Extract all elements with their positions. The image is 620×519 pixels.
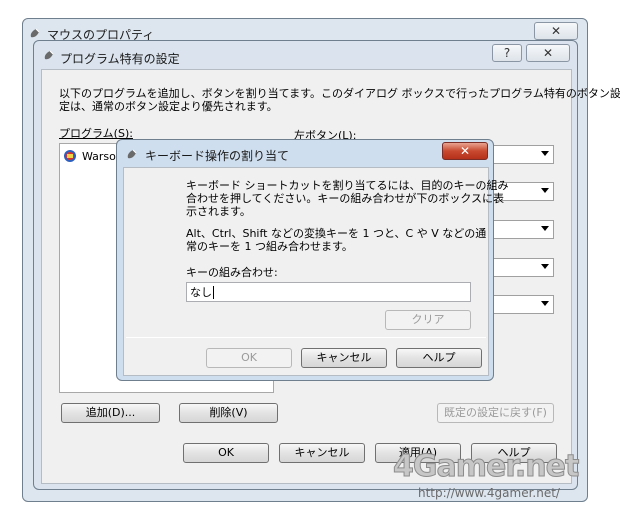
hint-line-1: Alt、Ctrl、Shift などの変換キーを 1 つと、C や V などの通 [186,227,487,240]
chevron-down-icon [541,264,549,269]
help-icon: ? [503,46,511,60]
close-icon: ✕ [550,24,562,38]
chevron-down-icon [541,301,549,306]
delete-program-button[interactable]: 削除(V) [179,403,278,423]
mouse-icon [30,28,40,38]
keyboard-dialog-close-button[interactable]: ✕ [442,142,488,160]
key-combo-input[interactable]: なし [186,282,471,302]
description-line-2: 定は、通常のボタン設定より優先されます。 [59,100,278,113]
instruction-line-1: キーボード ショートカットを割り当てるには、目的のキーの組み [186,179,509,192]
mouse-icon [127,149,137,159]
separator [126,337,486,338]
close-icon: ✕ [459,144,471,158]
description-line-1: 以下のプログラムを追加し、ボタンを割り当てます。このダイアログ ボックスで行った… [59,87,620,100]
keyboard-dialog-client: キーボード ショートカットを割り当てるには、目的のキーの組み 合わせを押してくだ… [123,167,509,376]
keyboard-help-button[interactable]: ヘルプ [396,348,482,368]
mouse-properties-titlebar[interactable]: マウスのプロパティ [29,25,549,42]
chevron-down-icon [541,188,549,193]
text-cursor [213,286,214,299]
hint-line-2: 常のキーを 1 つ組み合わせます。 [186,240,353,253]
close-icon: ✕ [542,46,554,60]
chevron-down-icon [541,151,549,156]
keyboard-assignment-dialog: キーボード操作の割り当て ✕ キーボード ショートカットを割り当てるには、目的の… [116,139,509,381]
program-icon [64,150,76,162]
key-combo-value: なし [190,286,212,299]
help-title-button[interactable]: ? [492,44,522,62]
restore-defaults-button[interactable]: 既定の設定に戻す(F) [437,403,554,423]
app-settings-close-button[interactable]: ✕ [526,44,570,62]
list-item[interactable]: Warso [63,148,123,164]
keyboard-cancel-button[interactable]: キャンセル [301,348,387,368]
instruction-line-2: 合わせを押してください。キーの組み合わせが下のボックスに表 [186,192,505,205]
watermark-logo: 4Gamer.net [392,449,579,485]
mouse-icon [44,50,54,60]
app-settings-title: プログラム特有の設定 [60,52,180,66]
cancel-button[interactable]: キャンセル [279,443,365,463]
keyboard-dialog-title: キーボード操作の割り当て [145,149,290,163]
watermark-url: http://www.4gamer.net/ [418,486,560,500]
chevron-down-icon [541,226,549,231]
ok-button[interactable]: OK [183,443,269,463]
key-combo-label: キーの組み合わせ: [186,266,278,279]
clear-button[interactable]: クリア [385,310,471,330]
instruction-line-3: 示されます。 [186,205,251,218]
keyboard-ok-button[interactable]: OK [206,348,292,368]
program-name: Warso [82,150,116,163]
mouse-properties-close-button[interactable]: ✕ [534,22,578,40]
add-program-button[interactable]: 追加(D)... [61,403,160,423]
